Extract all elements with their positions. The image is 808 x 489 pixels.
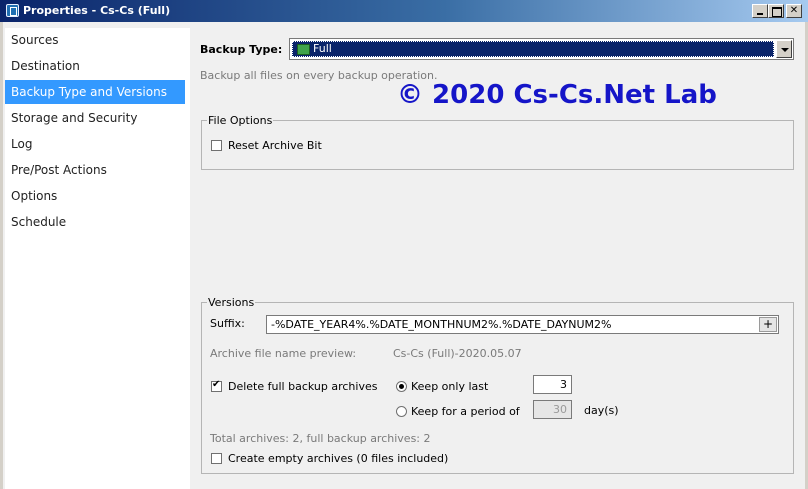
preview-value: Cs-Cs (Full)-2020.05.07 (393, 347, 522, 360)
keep-only-last-label[interactable]: Keep only last (411, 380, 488, 393)
reset-archive-bit-checkbox[interactable] (211, 140, 222, 151)
minimize-button[interactable] (752, 4, 768, 18)
window-title: Properties - Cs-Cs (Full) (23, 4, 171, 17)
suffix-input[interactable]: -%DATE_YEAR4%.%DATE_MONTHNUM2%.%DATE_DAY… (266, 315, 779, 334)
maximize-button[interactable] (768, 4, 784, 18)
file-options-legend: File Options (207, 114, 274, 127)
create-empty-archives-checkbox[interactable] (211, 453, 222, 464)
suffix-add-button[interactable]: + (759, 317, 777, 332)
preview-label: Archive file name preview: (210, 347, 357, 360)
app-icon (6, 4, 19, 17)
sidebar-item-pre-post-actions[interactable]: Pre/Post Actions (5, 158, 185, 182)
sidebar-item-options[interactable]: Options (5, 184, 185, 208)
backup-type-value: Full (313, 42, 332, 55)
sidebar-item-log[interactable]: Log (5, 132, 185, 156)
sidebar-item-storage-and-security[interactable]: Storage and Security (5, 106, 185, 130)
sidebar-item-backup-type-and-versions[interactable]: Backup Type and Versions (5, 80, 185, 104)
suffix-label: Suffix: (210, 317, 245, 330)
keep-only-last-radio[interactable] (396, 381, 407, 392)
close-icon: ✕ (789, 5, 799, 16)
delete-full-backups-checkbox[interactable] (211, 379, 222, 392)
backup-type-select[interactable]: Full (289, 38, 794, 60)
totals-text: Total archives: 2, full backup archives:… (210, 432, 431, 445)
backup-type-selected-value: Full (292, 41, 774, 57)
book-icon (297, 44, 310, 55)
reset-archive-bit-label[interactable]: Reset Archive Bit (228, 139, 322, 152)
keep-only-last-input[interactable]: 3 (533, 375, 572, 394)
close-button[interactable]: ✕ (786, 4, 802, 18)
keep-period-radio[interactable] (396, 406, 407, 417)
sidebar-item-sources[interactable]: Sources (5, 28, 185, 52)
keep-period-unit: day(s) (584, 404, 619, 417)
sidebar-item-schedule[interactable]: Schedule (5, 210, 185, 234)
sidebar: Sources Destination Backup Type and Vers… (5, 28, 190, 489)
delete-full-backups-label[interactable]: Delete full backup archives (228, 380, 377, 393)
keep-period-input[interactable]: 30 (533, 400, 572, 419)
create-empty-archives-label[interactable]: Create empty archives (0 files included) (228, 452, 448, 465)
title-bar: Properties - Cs-Cs (Full) ✕ (0, 0, 808, 22)
chevron-down-icon[interactable] (776, 40, 792, 58)
copyright-watermark: © 2020 Cs-Cs.Net Lab (397, 80, 717, 110)
backup-type-label: Backup Type: (200, 43, 283, 56)
versions-legend: Versions (207, 296, 256, 309)
keep-period-label[interactable]: Keep for a period of (411, 405, 520, 418)
sidebar-item-destination[interactable]: Destination (5, 54, 185, 78)
